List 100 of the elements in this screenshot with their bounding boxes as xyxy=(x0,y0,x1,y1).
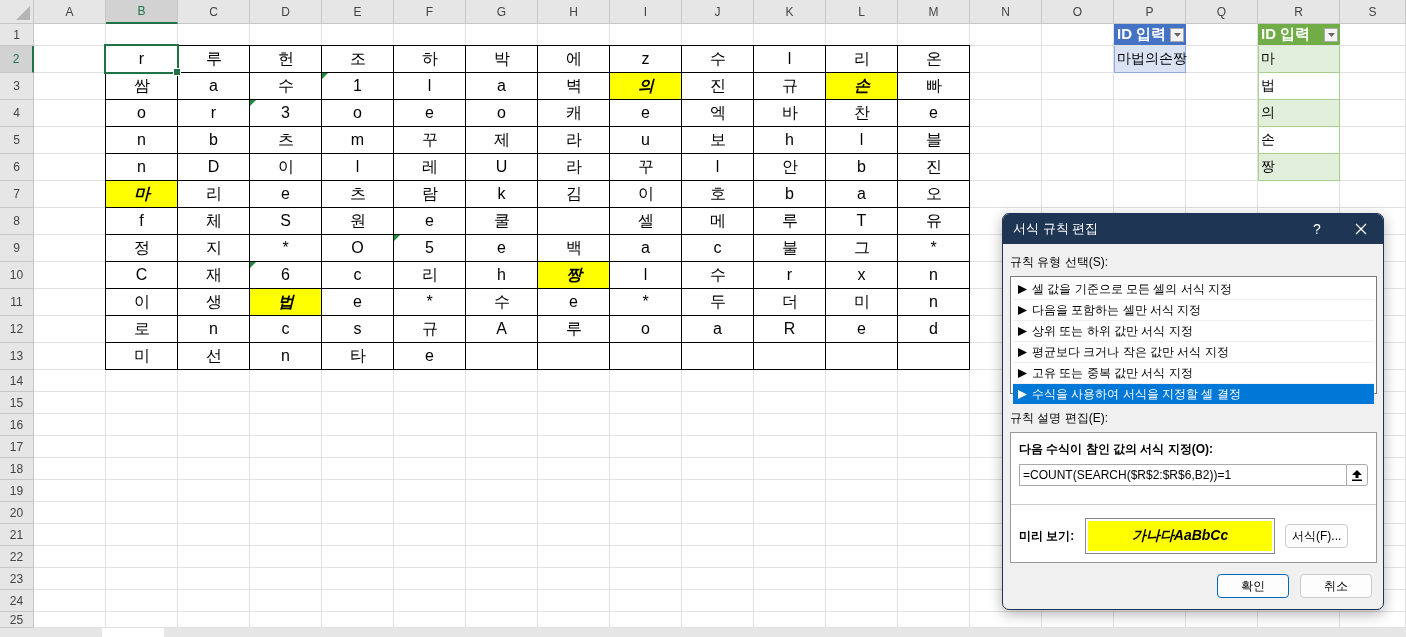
row-header[interactable]: 9 xyxy=(0,235,34,262)
fill-handle-icon[interactable] xyxy=(173,68,181,76)
row-header[interactable]: 24 xyxy=(0,590,34,612)
column-header[interactable]: J xyxy=(682,0,754,24)
table-cell-text: 블 xyxy=(924,129,943,150)
row-header[interactable]: 1 xyxy=(0,24,34,46)
dialog-button[interactable]: 확인 xyxy=(1217,574,1289,598)
table-cell-text: e xyxy=(640,103,651,123)
table-cell: 짱 xyxy=(1258,154,1340,181)
row-header[interactable]: 19 xyxy=(0,480,34,502)
table-cell: 마 xyxy=(106,181,177,207)
row-header[interactable]: 10 xyxy=(0,262,34,289)
column-header[interactable]: K xyxy=(754,0,826,24)
column-header[interactable]: O xyxy=(1042,0,1114,24)
up-arrow-icon xyxy=(1352,469,1362,481)
triangle-bullet-icon xyxy=(1018,326,1027,336)
filter-dropdown-icon[interactable] xyxy=(1170,27,1184,42)
row-header[interactable]: 15 xyxy=(0,392,34,414)
row-header[interactable]: 12 xyxy=(0,316,34,343)
table-cell-text: m xyxy=(349,130,366,150)
rule-type-item[interactable]: 상위 또는 하위 값만 서식 지정 xyxy=(1013,321,1374,342)
table-cell-text: S xyxy=(279,211,292,231)
column-header[interactable]: P xyxy=(1114,0,1186,24)
preview-text: 가나다AaBbCc xyxy=(1088,521,1272,551)
table-cell-text: l xyxy=(426,76,433,96)
column-header[interactable]: I xyxy=(610,0,682,24)
column-header[interactable]: F xyxy=(394,0,466,24)
column-header[interactable]: A xyxy=(34,0,106,24)
table-cell-text: r xyxy=(209,103,218,123)
table-cell-text: 리 xyxy=(420,264,439,285)
table-cell-text: 리 xyxy=(204,183,223,204)
format-button[interactable]: 서식(F)... xyxy=(1285,524,1349,548)
table-cell-text: 리 xyxy=(852,48,871,69)
table-cell-text: 김 xyxy=(564,183,583,204)
column-header[interactable]: D xyxy=(250,0,322,24)
column-header[interactable]: B xyxy=(106,0,178,24)
table-cell-text: T xyxy=(855,211,868,231)
table-cell-text: o xyxy=(352,103,363,123)
column-header[interactable]: N xyxy=(970,0,1042,24)
formula-label: 다음 수식이 참인 값의 서식 지정(O): xyxy=(1019,441,1214,458)
row-header[interactable]: 11 xyxy=(0,289,34,316)
table-cell: 5 xyxy=(394,235,465,261)
column-header[interactable]: G xyxy=(466,0,538,24)
row-header[interactable]: 5 xyxy=(0,127,34,154)
table-cell-text: e xyxy=(496,238,507,258)
table-cell-text: h xyxy=(496,265,507,285)
table-cell-text: s xyxy=(352,319,363,339)
filter-dropdown-icon[interactable] xyxy=(1324,27,1338,42)
table-cell-text: o xyxy=(496,103,507,123)
row-header[interactable]: 6 xyxy=(0,154,34,181)
column-header[interactable]: Q xyxy=(1186,0,1258,24)
row-header[interactable]: 16 xyxy=(0,414,34,436)
table-cell-text: u xyxy=(640,130,651,150)
column-header[interactable]: S xyxy=(1340,0,1406,24)
row-header[interactable]: 2 xyxy=(0,46,34,73)
table-cell-text: l xyxy=(858,130,865,150)
row-header[interactable]: 20 xyxy=(0,502,34,524)
row-header[interactable]: 22 xyxy=(0,546,34,568)
table-cell-text: 규 xyxy=(780,75,799,96)
row-header[interactable]: 4 xyxy=(0,100,34,127)
table-cell-text: n xyxy=(928,292,939,312)
row-header[interactable]: 18 xyxy=(0,458,34,480)
table-cell-text: 백 xyxy=(564,237,583,258)
row-header[interactable]: 17 xyxy=(0,436,34,458)
rule-type-item[interactable]: 다음을 포함하는 셀만 서식 지정 xyxy=(1013,300,1374,321)
column-header[interactable]: H xyxy=(538,0,610,24)
collapse-button[interactable] xyxy=(1346,464,1368,486)
table-cell-text: l xyxy=(786,49,793,69)
column-header[interactable]: L xyxy=(826,0,898,24)
rule-type-item[interactable]: 수식을 사용하여 서식을 지정할 셀 결정 xyxy=(1013,384,1374,405)
row-header[interactable]: 23 xyxy=(0,568,34,590)
table-cell-text: 이 xyxy=(132,291,151,312)
table-cell-text: e xyxy=(424,211,435,231)
rule-type-item[interactable]: 셀 값을 기준으로 모든 셀의 서식 지정 xyxy=(1013,279,1374,300)
row-header[interactable]: 3 xyxy=(0,73,34,100)
formula-field[interactable]: =COUNT(SEARCH($R$2:$R$6,B2))=1 xyxy=(1019,464,1346,486)
column-header[interactable]: C xyxy=(178,0,250,24)
table-cell-text: O xyxy=(350,238,365,258)
table-cell-text: 정 xyxy=(132,237,151,258)
table-cell-text: 츠 xyxy=(276,129,295,150)
row-header[interactable]: 8 xyxy=(0,208,34,235)
table-cell-text: 하 xyxy=(420,48,439,69)
table-cell-text: 꾸 xyxy=(420,129,439,150)
row-header[interactable]: 14 xyxy=(0,370,34,392)
table-cell-text: 빠 xyxy=(924,75,943,96)
column-header[interactable]: E xyxy=(322,0,394,24)
dialog-button[interactable]: 취소 xyxy=(1300,574,1372,598)
rule-type-item[interactable]: 평균보다 크거나 작은 값만 서식 지정 xyxy=(1013,342,1374,363)
table-cell-text: 루 xyxy=(564,318,583,339)
preview-label: 미리 보기: xyxy=(1019,527,1076,545)
column-header[interactable]: R xyxy=(1258,0,1340,24)
help-button[interactable]: ? xyxy=(1295,214,1339,244)
row-header[interactable]: 13 xyxy=(0,343,34,370)
row-header[interactable]: 7 xyxy=(0,181,34,208)
table-cell: 의 xyxy=(610,73,681,99)
row-header[interactable]: 21 xyxy=(0,524,34,546)
row-header[interactable]: 25 xyxy=(0,612,34,628)
triangle-bullet-icon xyxy=(1018,368,1027,378)
section-label: 규칙 설명 편집(E): xyxy=(1010,410,1109,427)
column-header[interactable]: M xyxy=(898,0,970,24)
